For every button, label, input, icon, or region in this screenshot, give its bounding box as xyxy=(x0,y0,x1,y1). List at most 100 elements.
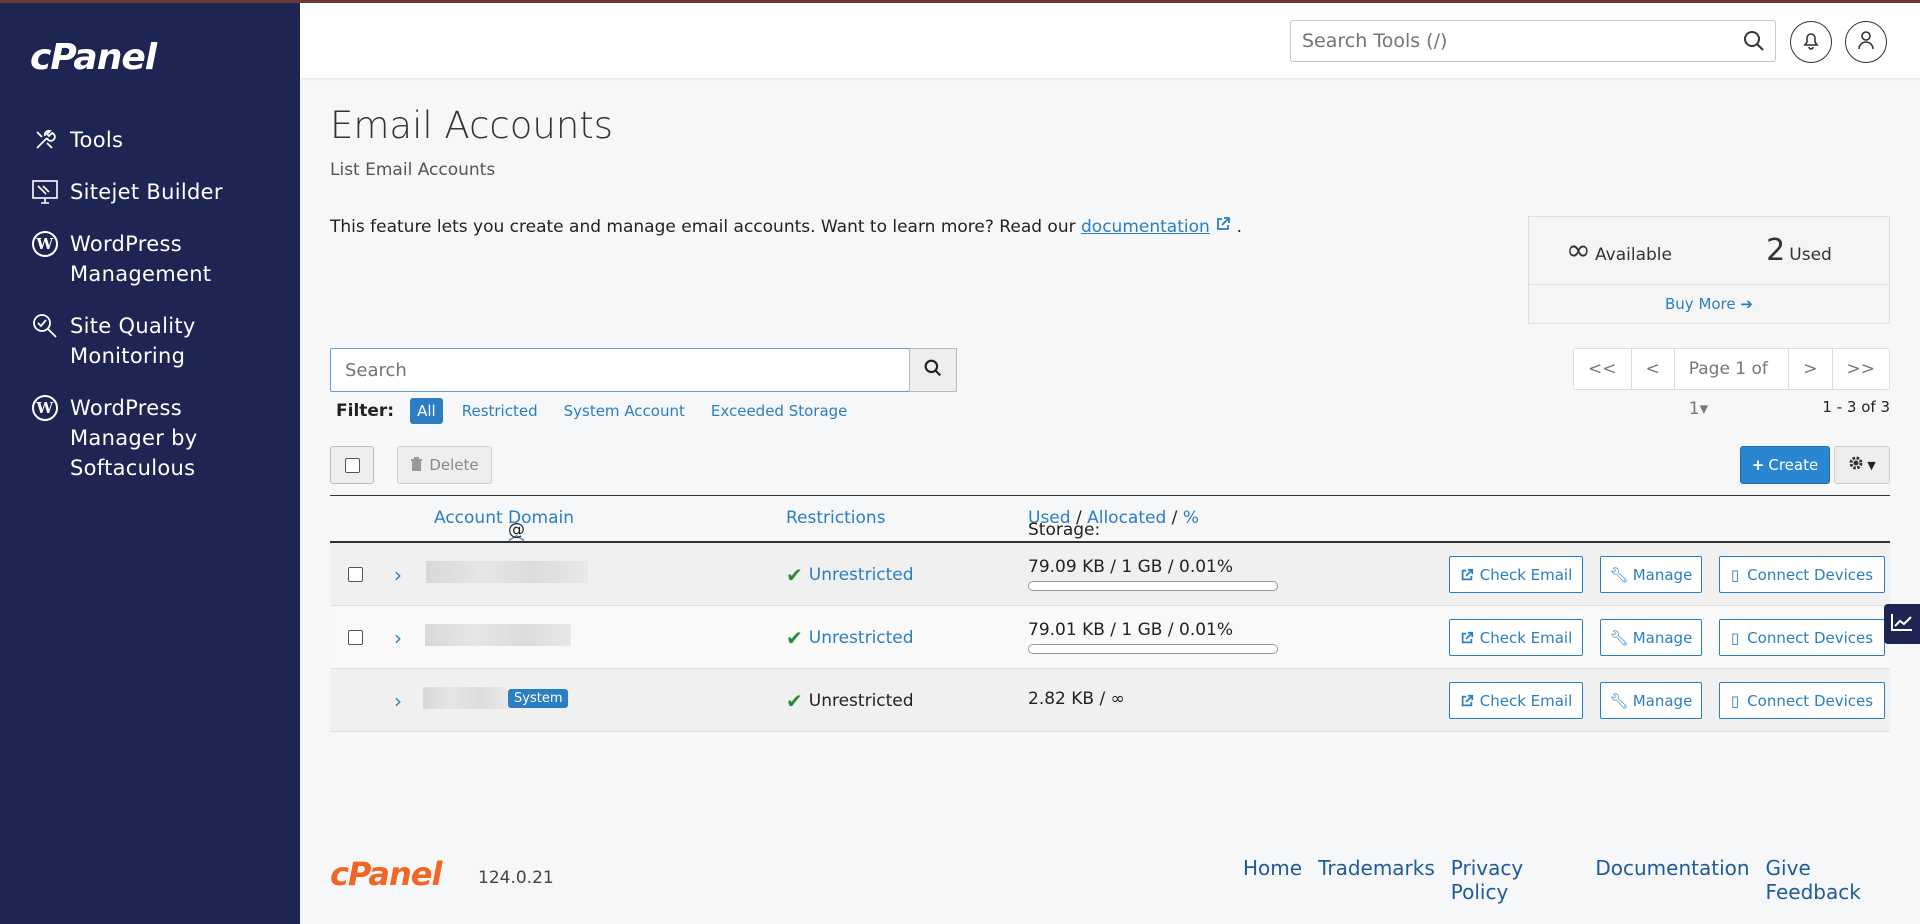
used-value: 2 xyxy=(1766,233,1786,268)
intro-text: This feature lets you create and manage … xyxy=(330,216,1242,237)
manage-button[interactable]: 🔧︎ Manage xyxy=(1600,556,1702,593)
create-label: Create xyxy=(1768,456,1819,474)
filter-restricted[interactable]: Restricted xyxy=(455,398,545,424)
wrench-icon: 🔧︎ xyxy=(1609,691,1629,710)
connect-devices-button[interactable]: ▯ Connect Devices xyxy=(1719,619,1885,656)
select-all-checkbox[interactable] xyxy=(330,446,374,484)
filter-system-account[interactable]: System Account xyxy=(557,398,692,424)
footer-links: Home Trademarks Privacy Policy Documenta… xyxy=(1243,856,1920,904)
row-checkbox[interactable] xyxy=(348,567,363,582)
storage-label: Storage: xyxy=(1028,520,1101,540)
sidebar-item-wordpress-management[interactable]: W WordPress Management xyxy=(0,225,300,293)
last-page-button[interactable]: >> xyxy=(1833,349,1890,389)
sidebar-item-label: Site Quality Monitoring xyxy=(70,314,196,368)
account-search-input[interactable] xyxy=(331,349,909,391)
search-icon[interactable] xyxy=(1743,30,1765,52)
table-row: › ✔ Unrestricted 79.01 KB / 1 GB / 0.01% … xyxy=(330,606,1890,669)
manage-label: Manage xyxy=(1632,628,1693,647)
site-quality-icon xyxy=(30,311,60,341)
account-search[interactable] xyxy=(330,348,910,392)
filter-exceeded-storage[interactable]: Exceeded Storage xyxy=(704,398,855,424)
manage-button[interactable]: 🔧︎ Manage xyxy=(1600,682,1702,719)
user-icon xyxy=(1857,30,1875,54)
storage-text: 79.01 KB / 1 GB / 0.01% xyxy=(1028,620,1234,640)
filter-bar: Filter: All Restricted System Account Ex… xyxy=(336,398,866,424)
mobile-icon: ▯ xyxy=(1730,691,1740,710)
sidebar-item-sitejet[interactable]: Sitejet Builder xyxy=(0,173,300,211)
trend-chart-icon xyxy=(1890,612,1914,636)
top-header xyxy=(300,0,1920,78)
wordpress-icon: W xyxy=(30,393,60,423)
sidebar-item-wordpress-softaculous[interactable]: W WordPress Manager by Softaculous xyxy=(0,389,300,487)
connect-devices-button[interactable]: ▯ Connect Devices xyxy=(1719,682,1885,719)
bell-icon xyxy=(1802,30,1820,54)
check-email-label: Check Email xyxy=(1479,628,1573,647)
sidebar-nav: Tools Sitejet Builder W WordPress Manage… xyxy=(0,121,300,501)
first-page-button[interactable]: << xyxy=(1574,349,1632,389)
restriction-status: ✔ Unrestricted xyxy=(786,626,914,650)
gear-icon xyxy=(1848,455,1864,475)
footer-documentation-link[interactable]: Documentation xyxy=(1595,856,1749,904)
page-subtitle: List Email Accounts xyxy=(330,160,496,180)
user-menu-button[interactable] xyxy=(1845,21,1887,63)
settings-dropdown-button[interactable]: ▼ xyxy=(1834,446,1890,484)
check-email-button[interactable]: Check Email xyxy=(1449,619,1583,656)
plus-icon: + xyxy=(1751,456,1765,474)
footer-feedback-link[interactable]: Give Feedback xyxy=(1766,856,1904,904)
tool-search[interactable] xyxy=(1290,20,1776,62)
storage-bar xyxy=(1028,644,1278,654)
search-icon xyxy=(924,359,942,381)
stats-side-tab[interactable] xyxy=(1884,604,1920,644)
account-name-redacted xyxy=(426,561,588,583)
next-page-button[interactable]: > xyxy=(1789,349,1833,389)
connect-devices-button[interactable]: ▯ Connect Devices xyxy=(1719,556,1885,593)
page-title: Email Accounts xyxy=(330,104,614,147)
prev-page-button[interactable]: < xyxy=(1632,349,1675,389)
buy-more-label[interactable]: Buy More xyxy=(1665,295,1736,313)
account-header[interactable]: Account xyxy=(434,508,503,528)
manage-button[interactable]: 🔧︎ Manage xyxy=(1600,619,1702,656)
filter-all[interactable]: All xyxy=(410,398,443,424)
available-stat: ∞ Available xyxy=(1529,233,1709,268)
account-sort[interactable]: Account ︿ @ Domain xyxy=(434,508,574,545)
used-label: Used xyxy=(1789,245,1832,265)
sidebar-item-tools[interactable]: Tools xyxy=(0,121,300,159)
footer-home-link[interactable]: Home xyxy=(1243,856,1302,904)
intro-end: . xyxy=(1236,217,1242,237)
restriction-link[interactable]: Unrestricted xyxy=(809,565,914,585)
sidebar-item-site-quality[interactable]: Site Quality Monitoring xyxy=(0,307,300,375)
check-email-label: Check Email xyxy=(1479,565,1573,584)
delete-button[interactable]: Delete xyxy=(397,446,492,484)
restrictions-header[interactable]: Restrictions xyxy=(786,508,886,528)
chevron-right-icon[interactable]: › xyxy=(394,626,402,650)
check-icon: ✔ xyxy=(786,689,803,713)
page-select[interactable]: Page 1 of 1▾ xyxy=(1675,349,1790,419)
cpanel-logo[interactable]: cPanel xyxy=(30,37,157,78)
restriction-status: ✔ Unrestricted xyxy=(786,689,914,713)
documentation-link[interactable]: documentation xyxy=(1081,217,1210,237)
chevron-right-icon[interactable]: › xyxy=(394,689,402,713)
chevron-right-icon[interactable]: › xyxy=(394,563,402,587)
check-email-button[interactable]: Check Email xyxy=(1449,682,1583,719)
stats-panel: ∞ Available 2 Used Buy More ➔ xyxy=(1528,216,1890,324)
row-checkbox[interactable] xyxy=(348,630,363,645)
footer-trademarks-link[interactable]: Trademarks xyxy=(1318,856,1435,904)
version-label: 124.0.21 xyxy=(478,868,554,888)
tool-search-input[interactable] xyxy=(1291,21,1711,61)
table-row: › System ✔ Unrestricted 2.82 KB / ∞ Check… xyxy=(330,669,1890,732)
wrench-icon: 🔧︎ xyxy=(1609,628,1629,647)
percent-sort[interactable]: % xyxy=(1183,508,1199,528)
check-icon: ✔ xyxy=(786,626,803,650)
check-email-button[interactable]: Check Email xyxy=(1449,556,1583,593)
search-button[interactable] xyxy=(909,348,957,392)
restriction-link[interactable]: Unrestricted xyxy=(809,628,914,648)
svg-text:W: W xyxy=(35,399,54,417)
buy-more-link[interactable]: Buy More ➔ xyxy=(1529,285,1889,323)
external-link-icon xyxy=(1461,568,1473,580)
account-name-redacted xyxy=(423,687,507,709)
create-button[interactable]: + Create xyxy=(1740,446,1830,484)
storage-text: 79.09 KB / 1 GB / 0.01% xyxy=(1028,557,1234,577)
notifications-button[interactable] xyxy=(1790,21,1832,63)
table-header: Account ︿ @ Domain Restrictions Storage:… xyxy=(330,496,1890,545)
footer-privacy-link[interactable]: Privacy Policy xyxy=(1451,856,1580,904)
